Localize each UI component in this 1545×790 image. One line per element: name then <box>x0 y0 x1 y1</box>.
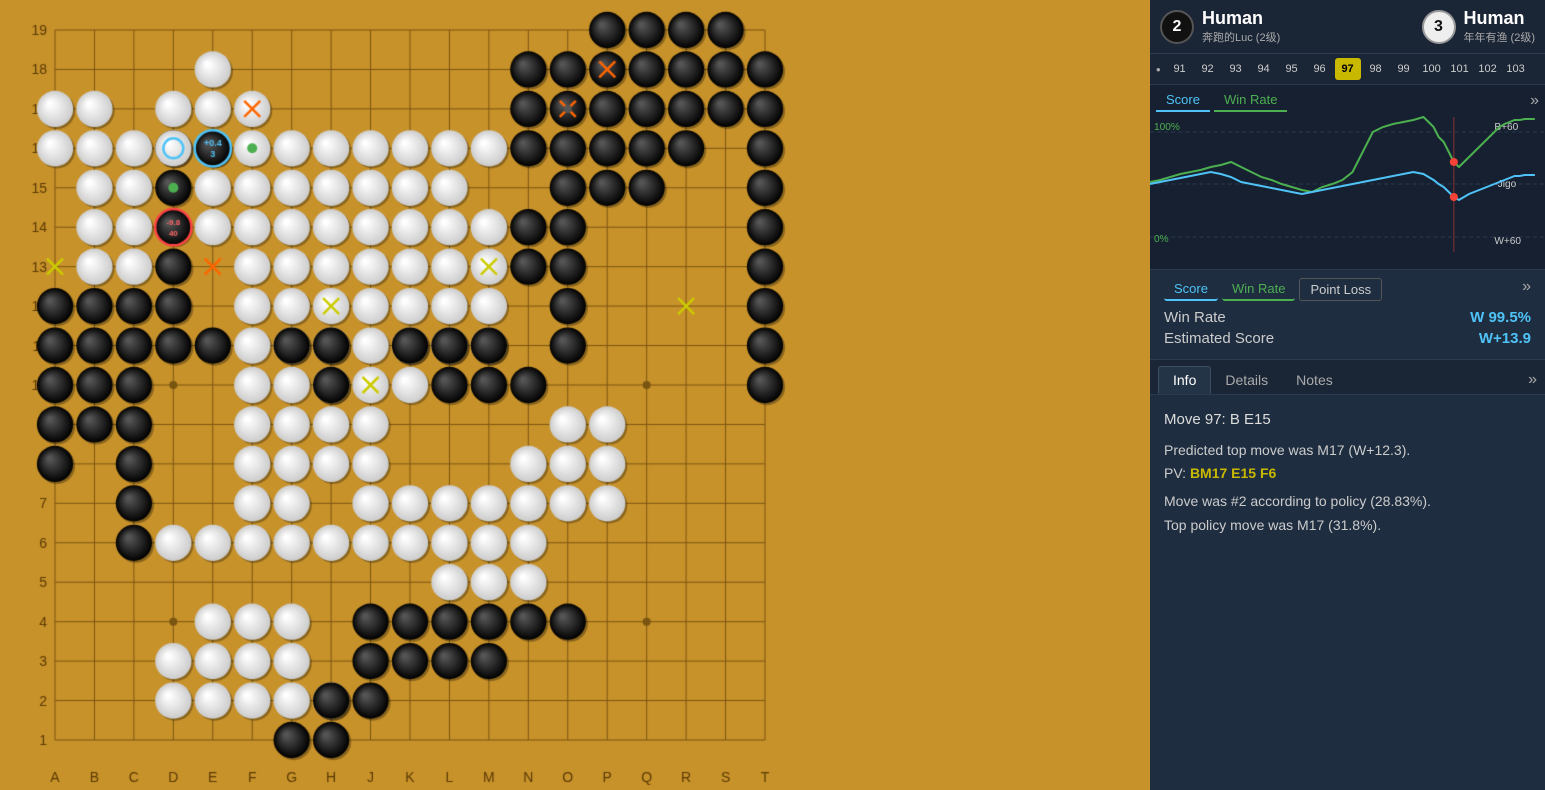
white-player-block: 3 Human 年年有渔 (2级) <box>1422 8 1536 45</box>
info-expand-icon[interactable]: » <box>1528 371 1537 389</box>
black-player-name: Human <box>1202 8 1280 29</box>
svg-text:W+60: W+60 <box>1494 236 1521 247</box>
pv-moves[interactable]: BM17 E15 F6 <box>1190 465 1276 481</box>
estimated-score-row: Estimated Score W+13.9 <box>1164 330 1531 347</box>
chart-svg-area: 100% 0% B+60 -Jigo W+60 <box>1150 112 1545 257</box>
sp-expand-icon[interactable]: » <box>1522 278 1531 301</box>
white-player-number: 3 <box>1422 10 1456 44</box>
pv-label: PV: <box>1164 465 1186 481</box>
info-content: Move 97: B E15 Predicted top move was M1… <box>1150 395 1545 790</box>
move-num-99[interactable]: 99 <box>1391 58 1417 80</box>
white-player-name: Human <box>1464 8 1536 29</box>
move-num-101[interactable]: 101 <box>1447 58 1473 80</box>
move-num-102[interactable]: 102 <box>1475 58 1501 80</box>
black-player-info: Human 奔跑的Luc (2级) <box>1202 8 1280 45</box>
move-num-93[interactable]: 93 <box>1223 58 1249 80</box>
move-num-91[interactable]: 91 <box>1167 58 1193 80</box>
chart-tabs: Score Win Rate » <box>1150 85 1545 112</box>
black-player-block: 2 Human 奔跑的Luc (2级) <box>1160 8 1280 45</box>
estimated-score-value: W+13.9 <box>1479 330 1531 347</box>
sp-tab-winrate[interactable]: Win Rate <box>1222 278 1295 301</box>
chart-tab-winrate[interactable]: Win Rate <box>1214 89 1287 112</box>
white-player-info: Human 年年有渔 (2级) <box>1464 8 1536 45</box>
players-header: 2 Human 奔跑的Luc (2级) 3 Human 年年有渔 (2级) <box>1150 0 1545 54</box>
move-label: Move 97: B E15 <box>1164 407 1531 433</box>
policy-text-1: Move was #2 according to policy (28.83%)… <box>1164 490 1531 514</box>
win-rate-row: Win Rate W 99.5% <box>1164 309 1531 326</box>
tab-details[interactable]: Details <box>1211 367 1282 393</box>
move-strip: • 919293949596979899100101102103 <box>1150 54 1545 85</box>
svg-text:100%: 100% <box>1154 122 1180 133</box>
score-panel: Score Win Rate Point Loss » Win Rate W 9… <box>1150 270 1545 360</box>
move-num-92[interactable]: 92 <box>1195 58 1221 80</box>
chart-svg: 100% 0% B+60 -Jigo W+60 <box>1150 112 1545 257</box>
board-canvas[interactable] <box>0 0 1150 790</box>
predicted-text: Predicted top move was M17 (W+12.3). <box>1164 439 1531 463</box>
svg-text:-Jigo: -Jigo <box>1494 179 1516 190</box>
sp-tab-pointloss[interactable]: Point Loss <box>1299 278 1382 301</box>
right-panel: 2 Human 奔跑的Luc (2级) 3 Human 年年有渔 (2级) • … <box>1150 0 1545 790</box>
win-rate-value: W 99.5% <box>1470 309 1531 326</box>
sp-tab-score[interactable]: Score <box>1164 278 1218 301</box>
move-num-103[interactable]: 103 <box>1503 58 1529 80</box>
move-num-98[interactable]: 98 <box>1363 58 1389 80</box>
go-board <box>0 0 1150 790</box>
chart-tab-score[interactable]: Score <box>1156 89 1210 112</box>
win-rate-label: Win Rate <box>1164 309 1226 326</box>
score-panel-tabs: Score Win Rate Point Loss » <box>1164 278 1531 301</box>
tab-notes[interactable]: Notes <box>1282 367 1347 393</box>
black-player-subtitle: 奔跑的Luc (2级) <box>1202 29 1280 45</box>
chart-area: Score Win Rate » 100% 0% B+60 -Jigo W+60 <box>1150 85 1545 270</box>
pv-line: PV: BM17 E15 F6 <box>1164 462 1531 486</box>
tab-info[interactable]: Info <box>1158 366 1211 394</box>
white-player-subtitle: 年年有渔 (2级) <box>1464 29 1536 45</box>
svg-text:0%: 0% <box>1154 234 1169 245</box>
policy-text-2: Top policy move was M17 (31.8%). <box>1164 514 1531 538</box>
chart-expand-icon[interactable]: » <box>1530 92 1539 110</box>
info-tabs-bar: Info Details Notes » <box>1150 360 1545 395</box>
move-num-96[interactable]: 96 <box>1307 58 1333 80</box>
move-num-100[interactable]: 100 <box>1419 58 1445 80</box>
estimated-score-label: Estimated Score <box>1164 330 1274 347</box>
move-num-95[interactable]: 95 <box>1279 58 1305 80</box>
black-player-number: 2 <box>1160 10 1194 44</box>
move-strip-dots: • <box>1156 62 1161 77</box>
move-num-94[interactable]: 94 <box>1251 58 1277 80</box>
move-num-97[interactable]: 97 <box>1335 58 1361 80</box>
